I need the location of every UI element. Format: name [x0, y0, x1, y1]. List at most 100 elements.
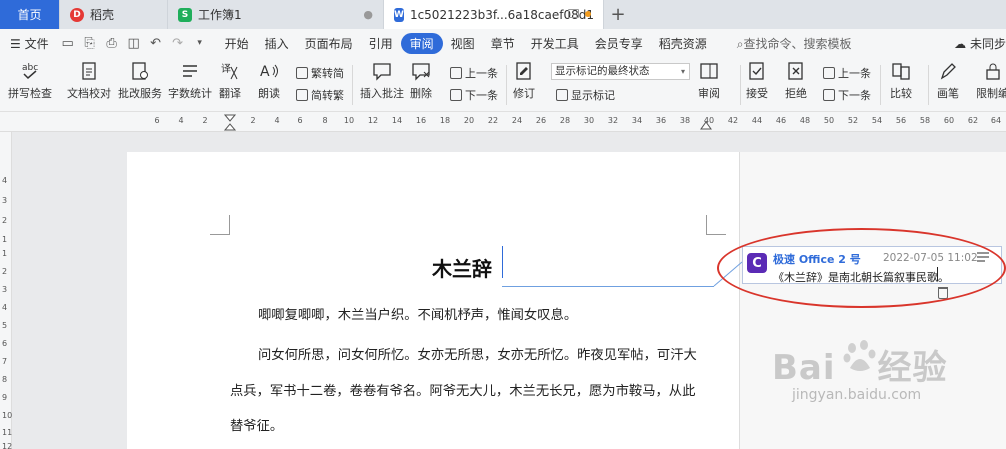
pen-button[interactable]: 画笔: [937, 60, 959, 101]
menu-start[interactable]: 开始: [217, 35, 257, 52]
prev-change-button[interactable]: 上一条: [823, 65, 871, 81]
new-tab-button[interactable]: +: [604, 0, 632, 29]
translate-icon: 译: [219, 60, 241, 82]
annotation-highlight-ellipse: [717, 228, 1006, 308]
translate-button[interactable]: 译 翻译: [219, 60, 241, 101]
menu-references[interactable]: 引用: [361, 35, 401, 52]
tab-docer[interactable]: D 稻壳: [60, 0, 168, 29]
export-pdf-icon[interactable]: ⎘: [81, 34, 99, 52]
tab-workbook[interactable]: S 工作簿1 ●: [168, 0, 384, 29]
next-comment-button[interactable]: 下一条: [450, 87, 498, 103]
prev-comment-button[interactable]: 上一条: [450, 65, 498, 81]
margin-corner-mark: [706, 215, 726, 235]
next-icon: [450, 89, 462, 101]
menu-member[interactable]: 会员专享: [587, 35, 651, 52]
ruler-tick: 3: [2, 285, 8, 294]
compare-icon: [890, 60, 912, 82]
prev-icon: [450, 67, 462, 79]
ruler-tick: 30: [583, 116, 595, 125]
title-tab-bar: 首页 D 稻壳 S 工作簿1 ● W 1c5021223b3f...6a18ca…: [0, 0, 1006, 29]
chevron-down-icon[interactable]: ▾: [191, 34, 209, 52]
ruler-tick: 48: [799, 116, 811, 125]
docer-icon: D: [70, 7, 84, 22]
tab-home[interactable]: 首页: [0, 0, 60, 29]
revise-button[interactable]: 修订: [513, 60, 535, 101]
ruler-tick: 3: [2, 196, 8, 205]
sync-status[interactable]: ☁ 未同步: [954, 35, 1006, 52]
ruler-tick: 6: [154, 116, 160, 125]
divider: [928, 65, 929, 105]
revise-label: 修订: [513, 87, 535, 100]
ruler-tick: 18: [439, 116, 451, 125]
trad-to-simp-button[interactable]: 繁转简: [296, 65, 344, 81]
next-change-button[interactable]: 下一条: [823, 87, 871, 103]
batch-service-label: 批改服务: [118, 87, 162, 100]
ruler-tick: 14: [391, 116, 403, 125]
read-aloud-icon: A: [258, 60, 280, 82]
indent-marker-icon[interactable]: [224, 114, 236, 132]
word-count-button[interactable]: 字数统计: [168, 60, 212, 101]
next-change-label: 下一条: [838, 89, 871, 102]
tab-document[interactable]: W 1c5021223b3f...6a18caef08d1: [384, 0, 604, 29]
word-count-icon: [179, 60, 201, 82]
command-search[interactable]: ⌕查找命令、搜索模板: [737, 35, 852, 52]
paragraph-1[interactable]: 唧唧复唧唧，木兰当户织。不闻机杼声，惟闻女叹息。: [258, 307, 577, 324]
ruler-tick: 26: [535, 116, 547, 125]
file-menu-label: 文件: [24, 36, 49, 51]
close-icon[interactable]: ●: [363, 8, 373, 21]
display-state-select[interactable]: 显示标记的最终状态 ▾: [551, 63, 690, 80]
print-icon[interactable]: ⎙: [103, 34, 121, 52]
save-icon[interactable]: ▭: [59, 34, 77, 52]
delete-comment-label: 删除: [410, 87, 432, 100]
undo-icon[interactable]: ↶: [147, 34, 165, 52]
watermark-brand: Bai 经验: [772, 340, 948, 389]
reject-icon: [785, 60, 807, 82]
ruler-tick: 46: [775, 116, 787, 125]
doc-proof-button[interactable]: 文档校对: [67, 60, 111, 101]
spell-check-button[interactable]: abc 拼写检查: [8, 60, 52, 101]
watermark-url: jingyan.baidu.com: [792, 387, 922, 403]
watermark-brand-right: 经验: [877, 348, 948, 388]
pen-icon: [937, 60, 959, 82]
ruler-tick: 7: [2, 357, 8, 366]
print-preview-icon[interactable]: ◫: [125, 34, 143, 52]
redo-icon[interactable]: ↷: [169, 34, 187, 52]
paragraph-2-line-1[interactable]: 问女何所思，问女何所忆。女亦无所思，女亦无所忆。昨夜见军帖，可汗大: [258, 347, 697, 364]
menu-review[interactable]: 审阅: [400, 32, 443, 54]
batch-service-button[interactable]: 批改服务: [118, 60, 162, 101]
ruler-tick: 10: [343, 116, 355, 125]
file-menu[interactable]: ☰ 文件: [0, 35, 57, 52]
menu-section[interactable]: 章节: [483, 35, 523, 52]
show-marks-icon: [556, 89, 568, 101]
menu-developer[interactable]: 开发工具: [523, 35, 587, 52]
menu-insert[interactable]: 插入: [257, 35, 297, 52]
document-title[interactable]: 木兰辞: [432, 253, 492, 282]
ruler-tick: 36: [655, 116, 667, 125]
read-aloud-button[interactable]: A 朗读: [258, 60, 280, 101]
compare-button[interactable]: 比较: [890, 60, 912, 101]
insert-comment-button[interactable]: 插入批注: [360, 60, 404, 101]
restrict-edit-button[interactable]: 限制编: [976, 60, 1006, 101]
simp-to-trad-button[interactable]: 简转繁: [296, 87, 344, 103]
menu-view[interactable]: 视图: [443, 35, 483, 52]
menu-docer-resources[interactable]: 稻壳资源: [651, 35, 715, 52]
horizontal-ruler[interactable]: 6 4 2 2 4 6 8 10 12 14 16 18 20 22 24 26…: [0, 112, 1006, 132]
delete-comment-button[interactable]: 删除: [410, 60, 432, 101]
accept-button[interactable]: 接受: [746, 60, 768, 101]
ruler-tick: 4: [274, 116, 280, 125]
paragraph-2-line-3[interactable]: 替爷征。: [230, 418, 283, 435]
vertical-ruler[interactable]: 4 3 2 1 1 2 3 4 5 6 7 8 9 10 11 12: [0, 132, 12, 449]
right-indent-marker-icon[interactable]: [700, 118, 712, 130]
delete-comment-icon: [410, 60, 432, 82]
review-pane-label: 审阅: [698, 87, 720, 100]
paragraph-2-line-2[interactable]: 点兵，军书十二卷，卷卷有爷名。阿爷无大儿，木兰无长兄，愿为市鞍马，从此: [230, 383, 695, 400]
reject-button[interactable]: 拒绝: [785, 60, 807, 101]
document-page[interactable]: [127, 152, 739, 449]
ruler-tick: 56: [895, 116, 907, 125]
revise-icon: [513, 60, 535, 82]
cloud-icon: ☁: [954, 36, 967, 51]
review-pane-button[interactable]: 审阅: [698, 60, 720, 101]
show-marks-button[interactable]: 显示标记: [556, 87, 615, 103]
menu-layout[interactable]: 页面布局: [297, 35, 361, 52]
menu-bar: ☰ 文件 ▭ ⎘ ⎙ ◫ ↶ ↷ ▾ 开始 插入 页面布局 引用 审阅 视图 章…: [0, 29, 1006, 57]
